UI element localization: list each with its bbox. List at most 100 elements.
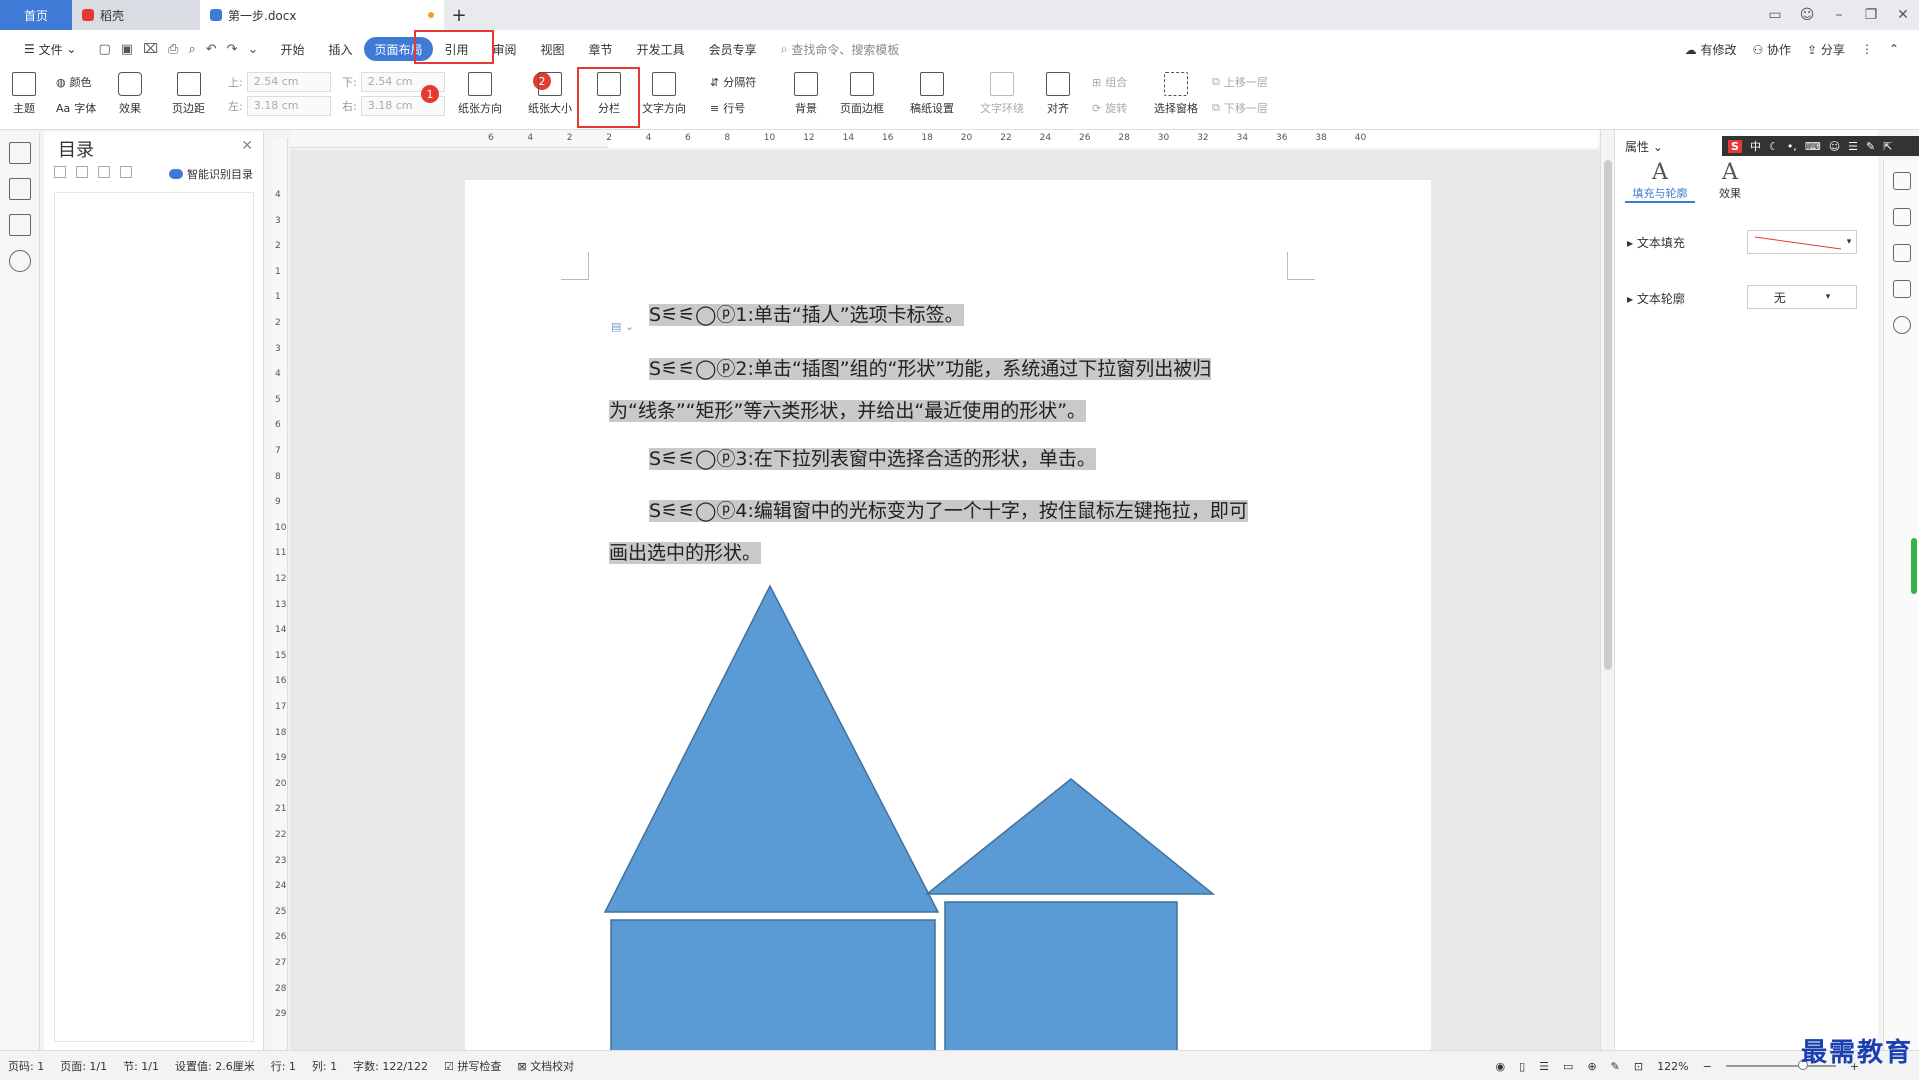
rectangle-shape-left[interactable] bbox=[610, 919, 936, 1050]
page-view-icon[interactable]: ▯ bbox=[1519, 1060, 1525, 1073]
text-outline-select[interactable]: 无 ▾ bbox=[1747, 285, 1857, 309]
undo-icon[interactable]: ↶ bbox=[206, 42, 217, 57]
color-button[interactable]: ◍ 颜色 bbox=[56, 74, 92, 90]
style-icon[interactable] bbox=[1892, 172, 1911, 190]
share-button[interactable]: ⇪ 分享 bbox=[1807, 41, 1845, 58]
avatar[interactable]: ☺ bbox=[1791, 7, 1823, 23]
print-preview-icon[interactable]: ⌕ bbox=[188, 42, 195, 57]
tab-developer[interactable]: 开发工具 bbox=[625, 37, 697, 61]
outline-view-icon[interactable]: ☰ bbox=[1539, 1060, 1549, 1073]
new-tab-button[interactable]: + bbox=[444, 0, 474, 30]
text-direction-button[interactable]: 文字方向 bbox=[642, 72, 686, 116]
zoom-level[interactable]: 122% bbox=[1657, 1060, 1688, 1073]
user-icon: ☺ bbox=[1828, 139, 1841, 153]
expand-icon[interactable] bbox=[54, 166, 66, 178]
navigation-icon[interactable] bbox=[8, 178, 31, 200]
tab-daoke[interactable]: 稻壳 bbox=[72, 0, 200, 30]
tab-view[interactable]: 视图 bbox=[529, 37, 577, 61]
close-icon[interactable]: ✕ bbox=[241, 138, 253, 154]
redo-icon[interactable]: ↷ bbox=[227, 42, 238, 57]
manuscript-button[interactable]: 稿纸设置 bbox=[910, 72, 954, 116]
save-icon[interactable]: ▣ bbox=[121, 42, 133, 57]
send-backward-button[interactable]: ⧉ 下移一层 bbox=[1212, 100, 1268, 116]
page-border-button[interactable]: 页面边框 bbox=[840, 72, 884, 116]
spell-check-button[interactable]: ☑ 拼写检查 bbox=[444, 1058, 501, 1074]
paper-size-button[interactable]: 纸张大小 bbox=[528, 72, 572, 116]
separator-button[interactable]: ⇵ 分隔符 bbox=[710, 74, 756, 90]
eye-icon[interactable]: ◉ bbox=[1496, 1060, 1506, 1073]
top-margin-input[interactable]: 2.54 cm bbox=[246, 72, 331, 92]
font-button[interactable]: Aa 字体 bbox=[56, 100, 96, 116]
status-word-count[interactable]: 字数: 122/122 bbox=[353, 1058, 428, 1074]
selection-pane-button[interactable]: 选择窗格 bbox=[1154, 72, 1198, 116]
status-page[interactable]: 页码: 1 bbox=[8, 1058, 44, 1074]
theme-button[interactable]: 主题 bbox=[12, 72, 36, 116]
scrollbar-thumb[interactable] bbox=[1604, 160, 1612, 670]
restore-icon[interactable]: ❐ bbox=[1855, 7, 1887, 23]
remove-icon[interactable] bbox=[120, 166, 132, 178]
tab-document[interactable]: 第一步.docx bbox=[200, 0, 444, 30]
command-search[interactable]: ⌕ 查找命令、搜索模板 bbox=[781, 41, 900, 58]
outline-icon[interactable] bbox=[8, 142, 31, 164]
modified-button[interactable]: ☁ 有修改 bbox=[1685, 41, 1737, 58]
print-icon[interactable]: ⎙ bbox=[168, 42, 178, 57]
align-button[interactable]: 对齐 bbox=[1046, 72, 1070, 116]
collapse-icon[interactable] bbox=[76, 166, 88, 178]
rectangle-shape-right[interactable] bbox=[944, 901, 1178, 1050]
triangle-shape-small[interactable] bbox=[924, 778, 1216, 895]
collapse-ribbon-icon[interactable]: ⌃ bbox=[1889, 42, 1899, 56]
format-painter-icon[interactable]: ⌧ bbox=[143, 42, 158, 57]
zoom-out-icon[interactable]: − bbox=[1703, 1060, 1712, 1073]
text-wrap-button[interactable]: 文字环绕 bbox=[980, 72, 1024, 116]
left-margin-input[interactable]: 3.18 cm bbox=[246, 96, 331, 116]
minimize-icon[interactable]: – bbox=[1823, 7, 1855, 23]
top-margin-field[interactable]: 上: 2.54 cm bbox=[228, 72, 331, 92]
file-menu[interactable]: ☰ 文件 ⌄ bbox=[12, 37, 88, 61]
bookmark-icon[interactable] bbox=[8, 214, 31, 236]
edit-icon[interactable] bbox=[1892, 208, 1911, 226]
tab-home[interactable]: 首页 bbox=[0, 0, 72, 30]
close-icon[interactable]: ✕ bbox=[1887, 7, 1919, 23]
fit-page-icon[interactable]: ⊡ bbox=[1634, 1060, 1643, 1073]
left-margin-field[interactable]: 左: 3.18 cm bbox=[228, 96, 331, 116]
tab-fill-outline[interactable]: A 填充与轮廓 bbox=[1625, 160, 1695, 203]
tab-insert[interactable]: 插入 bbox=[316, 37, 364, 61]
rotate-button[interactable]: ⟳ 旋转 bbox=[1092, 100, 1127, 116]
tab-start[interactable]: 开始 bbox=[268, 37, 316, 61]
group-button[interactable]: ⊞ 组合 bbox=[1092, 74, 1127, 90]
background-button[interactable]: 背景 bbox=[794, 72, 818, 116]
text-fill-select[interactable]: ▾ bbox=[1747, 230, 1857, 254]
text-outline-row[interactable]: ▸ 文本轮廓 bbox=[1627, 290, 1685, 307]
collaborate-button[interactable]: ⚇ 协作 bbox=[1752, 41, 1791, 58]
smart-toc-button[interactable]: 智能识别目录 bbox=[169, 166, 253, 182]
properties-icon[interactable] bbox=[1892, 280, 1911, 298]
layout-icon[interactable]: ▭ bbox=[1759, 7, 1791, 23]
triangle-shape-large[interactable] bbox=[603, 584, 940, 913]
document-canvas[interactable]: ▤ ⌄ S⚟⚟◯ⓟ1:单击“插人”选项卡标签。 S⚟⚟◯ⓟ2:单击“插图”组的“… bbox=[290, 150, 1600, 1050]
reading-view-icon[interactable]: ▭ bbox=[1563, 1060, 1573, 1073]
document-scrollbar[interactable] bbox=[1600, 130, 1614, 1050]
line-number-button[interactable]: ≡ 行号 bbox=[710, 100, 745, 116]
ime-toolbar[interactable]: S 中 ☾ •, ⌨ ☺ ☰ ✎ ⇱ bbox=[1722, 136, 1919, 156]
add-icon[interactable] bbox=[98, 166, 110, 178]
margin-button[interactable]: 页边距 bbox=[172, 72, 205, 116]
help-icon[interactable] bbox=[1892, 316, 1911, 334]
select-icon[interactable] bbox=[1892, 244, 1911, 262]
properties-title[interactable]: 属性 ⌄ bbox=[1625, 138, 1663, 155]
orientation-icon bbox=[468, 72, 492, 96]
bring-forward-button[interactable]: ⧉ 上移一层 bbox=[1212, 74, 1268, 90]
orientation-button[interactable]: 纸张方向 bbox=[458, 72, 502, 116]
tab-effect[interactable]: A 效果 bbox=[1695, 160, 1765, 201]
write-view-icon[interactable]: ✎ bbox=[1611, 1060, 1620, 1073]
web-view-icon[interactable]: ⊕ bbox=[1587, 1060, 1596, 1073]
effect-button[interactable]: 效果 bbox=[118, 72, 142, 116]
document-page[interactable]: ▤ ⌄ S⚟⚟◯ⓟ1:单击“插人”选项卡标签。 S⚟⚟◯ⓟ2:单击“插图”组的“… bbox=[465, 180, 1431, 1050]
chevron-down-icon[interactable]: ⌄ bbox=[248, 42, 259, 57]
text-fill-row[interactable]: ▸ 文本填充 bbox=[1627, 234, 1685, 251]
tab-section[interactable]: 章节 bbox=[577, 37, 625, 61]
proofread-button[interactable]: ⊠ 文档校对 bbox=[517, 1058, 574, 1074]
tab-member[interactable]: 会员专享 bbox=[697, 37, 769, 61]
new-icon[interactable]: ▢ bbox=[98, 42, 110, 57]
search-icon[interactable] bbox=[8, 250, 31, 272]
more-icon[interactable]: ⋮ bbox=[1861, 42, 1873, 56]
